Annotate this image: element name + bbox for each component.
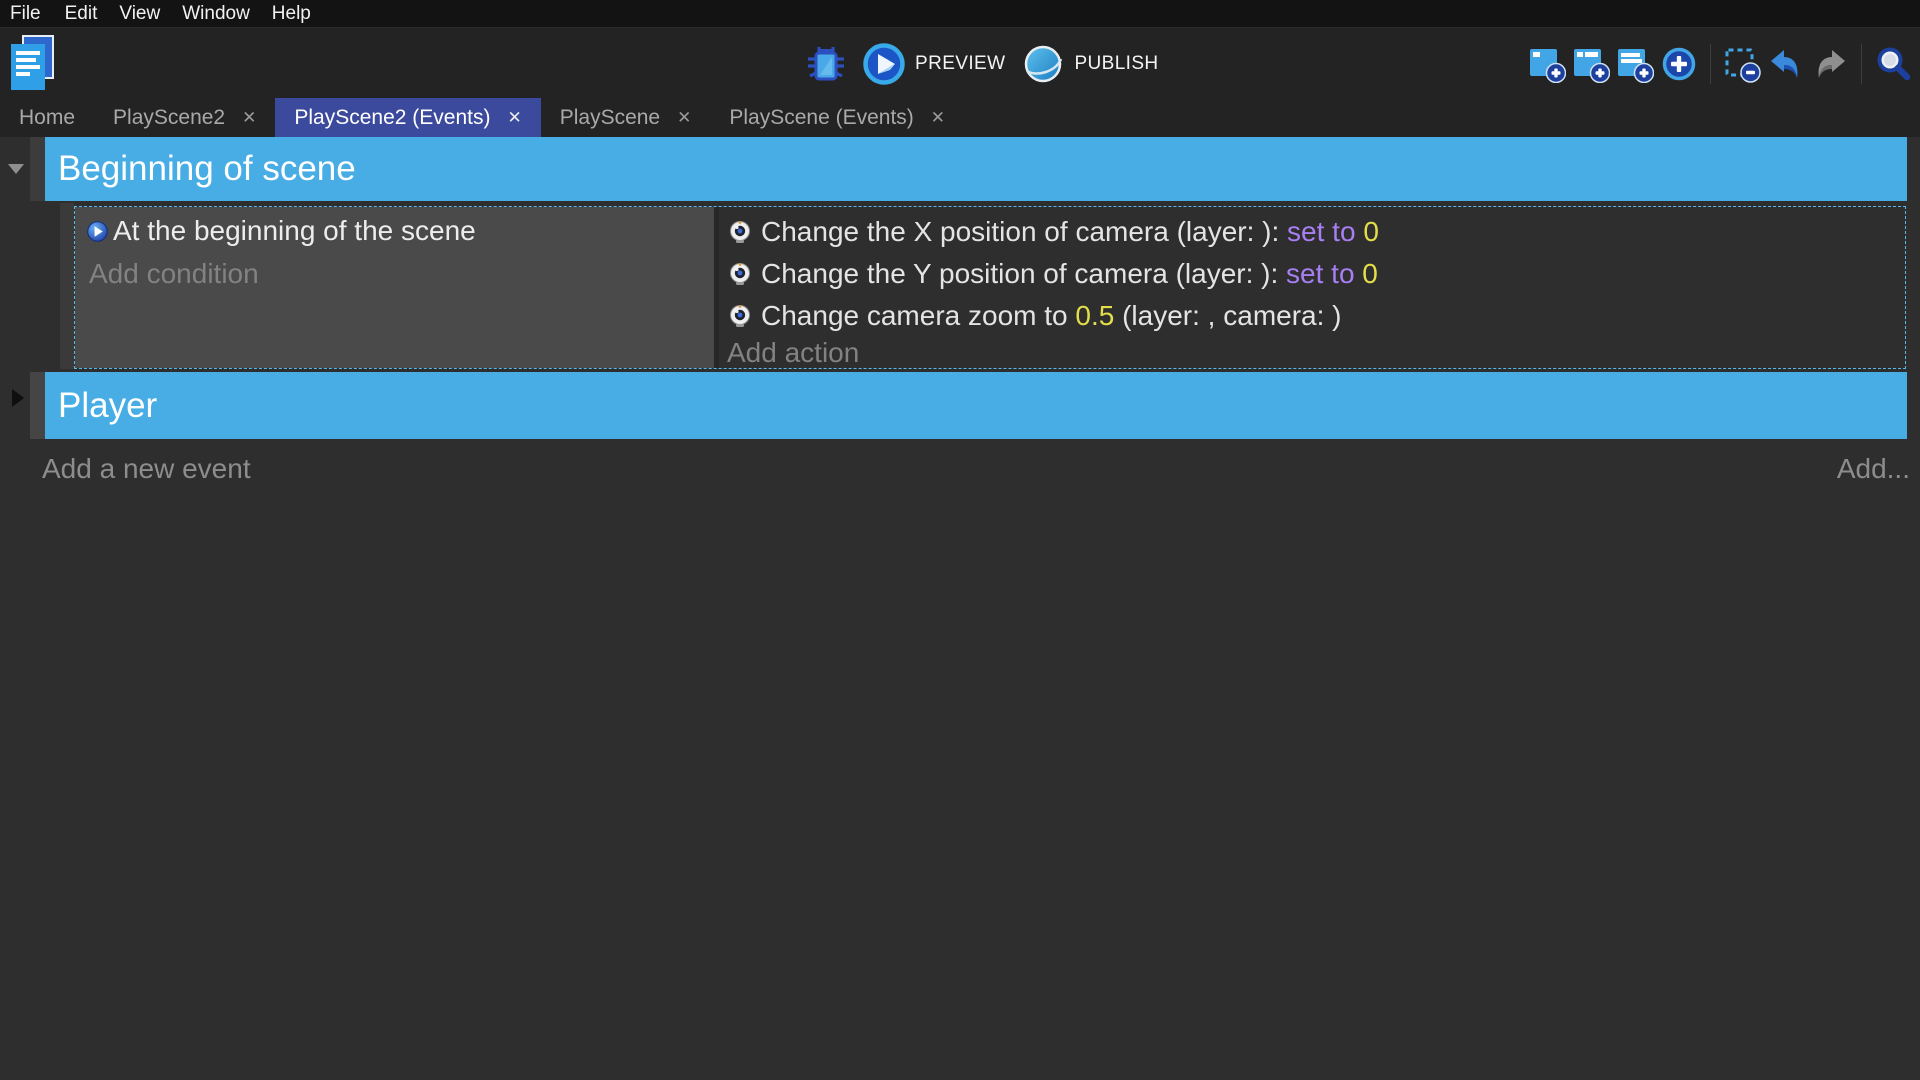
camera-icon bbox=[727, 219, 753, 245]
main-toolbar: PREVIEW PUBLISH bbox=[0, 27, 1920, 98]
menu-edit[interactable]: Edit bbox=[54, 0, 109, 27]
add-comment-icon[interactable] bbox=[1616, 45, 1654, 83]
tab-playscene2-events[interactable]: PlayScene2 (Events) ✕ bbox=[275, 98, 540, 137]
tab-label: Home bbox=[19, 106, 75, 130]
remove-event-icon[interactable] bbox=[1723, 45, 1761, 83]
event-group-beginning-of-scene: Beginning of scene bbox=[0, 137, 1920, 203]
preview-label: PREVIEW bbox=[915, 53, 1005, 75]
toolbar-separator bbox=[1710, 44, 1711, 84]
tab-label: PlayScene (Events) bbox=[729, 106, 913, 130]
camera-icon bbox=[727, 261, 753, 287]
search-icon[interactable] bbox=[1874, 45, 1912, 83]
debug-bug-icon bbox=[806, 44, 846, 84]
publish-label: PUBLISH bbox=[1074, 53, 1158, 75]
condition-text: At the beginning of the scene bbox=[113, 215, 476, 247]
group-header-player[interactable]: Player bbox=[45, 372, 1907, 439]
camera-icon bbox=[727, 303, 753, 329]
publish-button[interactable]: PUBLISH bbox=[1021, 42, 1158, 86]
group-title: Beginning of scene bbox=[58, 149, 356, 189]
conditions-cell[interactable]: At the beginning of the scene Add condit… bbox=[75, 207, 719, 368]
tab-label: PlayScene bbox=[560, 106, 660, 130]
tab-close-icon[interactable]: ✕ bbox=[507, 108, 521, 128]
menu-view[interactable]: View bbox=[108, 0, 171, 27]
collapse-expanded-icon[interactable] bbox=[8, 164, 24, 174]
redo-icon[interactable] bbox=[1811, 45, 1849, 83]
add-event-row: Add a new event Add... bbox=[0, 453, 1920, 489]
debug-button[interactable] bbox=[806, 44, 846, 84]
menu-bar: File Edit View Window Help bbox=[0, 0, 1920, 27]
add-action-button[interactable]: Add action bbox=[727, 337, 1905, 368]
action-text: Change camera zoom to 0.5 (layer: , came… bbox=[761, 300, 1342, 332]
menu-file[interactable]: File bbox=[10, 0, 54, 27]
gdevelop-window: File Edit View Window Help bbox=[0, 0, 1920, 1080]
tab-close-icon[interactable]: ✕ bbox=[242, 108, 256, 128]
toolbar-center-group: PREVIEW PUBLISH bbox=[806, 28, 1159, 99]
action-text: Change the Y position of camera (layer: … bbox=[761, 258, 1378, 290]
group-drag-handle[interactable] bbox=[30, 372, 45, 439]
toolbar-separator bbox=[1861, 44, 1862, 84]
events-sheet: Beginning of scene At the beginning of t… bbox=[0, 137, 1920, 1080]
group-drag-handle[interactable] bbox=[30, 137, 45, 201]
selected-event-block[interactable]: At the beginning of the scene Add condit… bbox=[74, 206, 1906, 369]
preview-button[interactable]: PREVIEW bbox=[862, 42, 1005, 86]
action-row-camera-zoom[interactable]: Change camera zoom to 0.5 (layer: , came… bbox=[727, 295, 1905, 337]
toolbar-right-group bbox=[1528, 28, 1912, 99]
group-title: Player bbox=[58, 386, 157, 426]
action-row-camera-y[interactable]: Change the Y position of camera (layer: … bbox=[727, 253, 1905, 295]
action-row-camera-x[interactable]: Change the X position of camera (layer: … bbox=[727, 211, 1905, 253]
add-new-event-button[interactable]: Add a new event bbox=[42, 453, 251, 485]
group-header-beginning-of-scene[interactable]: Beginning of scene bbox=[45, 137, 1907, 201]
tab-playscene2[interactable]: PlayScene2 ✕ bbox=[94, 98, 275, 137]
tab-playscene[interactable]: PlayScene ✕ bbox=[541, 98, 711, 137]
event-drag-handle[interactable] bbox=[60, 203, 74, 369]
publish-globe-icon bbox=[1021, 42, 1065, 86]
condition-row[interactable]: At the beginning of the scene bbox=[87, 213, 714, 249]
tab-home[interactable]: Home bbox=[0, 98, 94, 137]
actions-cell[interactable]: Change the X position of camera (layer: … bbox=[719, 207, 1905, 368]
event-group-player: Player bbox=[0, 372, 1920, 441]
gdevelop-logo-icon bbox=[8, 35, 56, 97]
action-text: Change the X position of camera (layer: … bbox=[761, 216, 1379, 248]
scene-start-icon bbox=[87, 221, 108, 242]
tab-playscene-events[interactable]: PlayScene (Events) ✕ bbox=[710, 98, 964, 137]
menu-window[interactable]: Window bbox=[171, 0, 261, 27]
tab-close-icon[interactable]: ✕ bbox=[931, 108, 945, 128]
choose-add-event-icon[interactable] bbox=[1660, 45, 1698, 83]
tab-bar: Home PlayScene2 ✕ PlayScene2 (Events) ✕ … bbox=[0, 98, 1920, 137]
tab-label: PlayScene2 (Events) bbox=[294, 106, 490, 130]
add-more-button[interactable]: Add... bbox=[1837, 453, 1910, 485]
menu-help[interactable]: Help bbox=[261, 0, 322, 27]
add-sub-event-icon[interactable] bbox=[1572, 45, 1610, 83]
add-condition-button[interactable]: Add condition bbox=[87, 258, 714, 290]
tab-close-icon[interactable]: ✕ bbox=[677, 108, 691, 128]
undo-icon[interactable] bbox=[1767, 45, 1805, 83]
collapse-collapsed-icon[interactable] bbox=[12, 389, 24, 407]
add-event-icon[interactable] bbox=[1528, 45, 1566, 83]
tab-label: PlayScene2 bbox=[113, 106, 225, 130]
play-circle-icon bbox=[862, 42, 906, 86]
